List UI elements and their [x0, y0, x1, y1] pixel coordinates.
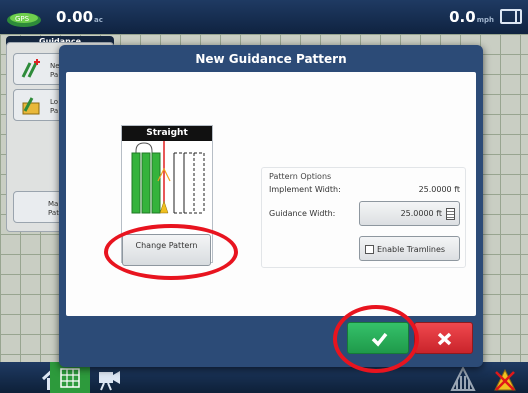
change-pattern-button[interactable]: Change Pattern: [122, 234, 211, 266]
implement-width-label: Implement Width:: [269, 185, 341, 194]
area-readout: 0.00ac: [56, 8, 103, 26]
gps-logo-icon: GPS: [7, 13, 41, 27]
guidance-width-label: Guidance Width:: [269, 209, 336, 218]
speed-readout: 0.0mph: [449, 8, 494, 26]
close-icon: [437, 332, 452, 346]
load-pattern-label: Lo Pa: [50, 98, 59, 115]
tramlines-checkbox[interactable]: [365, 245, 374, 254]
guidance-width-value: 25.0000 ft: [400, 209, 442, 218]
keypad-icon: [446, 208, 455, 220]
tramlines-label: Enable Tramlines: [377, 245, 446, 254]
layout-toggle-icon[interactable]: [500, 9, 522, 24]
pattern-options-group: Pattern Options Implement Width: 25.0000…: [261, 167, 466, 268]
top-status-bar: GPS 0.00ac 0.0mph: [0, 0, 528, 34]
dialog-body: Straight Change Pattern Pattern Options …: [66, 72, 476, 316]
pattern-name-label: Straight: [122, 126, 212, 141]
warning-icon[interactable]: [490, 362, 520, 393]
dialog-title: New Guidance Pattern: [195, 52, 347, 66]
new-guidance-pattern-dialog: New Guidance Pattern Straight Change Pat…: [59, 45, 483, 367]
checkmark-icon: [371, 332, 388, 347]
guidance-width-field[interactable]: 25.0000 ft: [359, 201, 460, 226]
ok-button[interactable]: [347, 322, 409, 354]
straight-pattern-diagram: [131, 141, 205, 214]
enable-tramlines-toggle[interactable]: Enable Tramlines: [359, 236, 460, 261]
svg-text:GPS: GPS: [15, 15, 30, 23]
cancel-button[interactable]: [414, 322, 473, 354]
load-pattern-icon: [22, 97, 40, 115]
new-pattern-icon: [21, 59, 40, 78]
pattern-options-title: Pattern Options: [269, 172, 332, 181]
implement-width-value: 25.0000 ft: [418, 185, 460, 194]
manage-patterns-label: Ma Pat: [48, 200, 59, 217]
